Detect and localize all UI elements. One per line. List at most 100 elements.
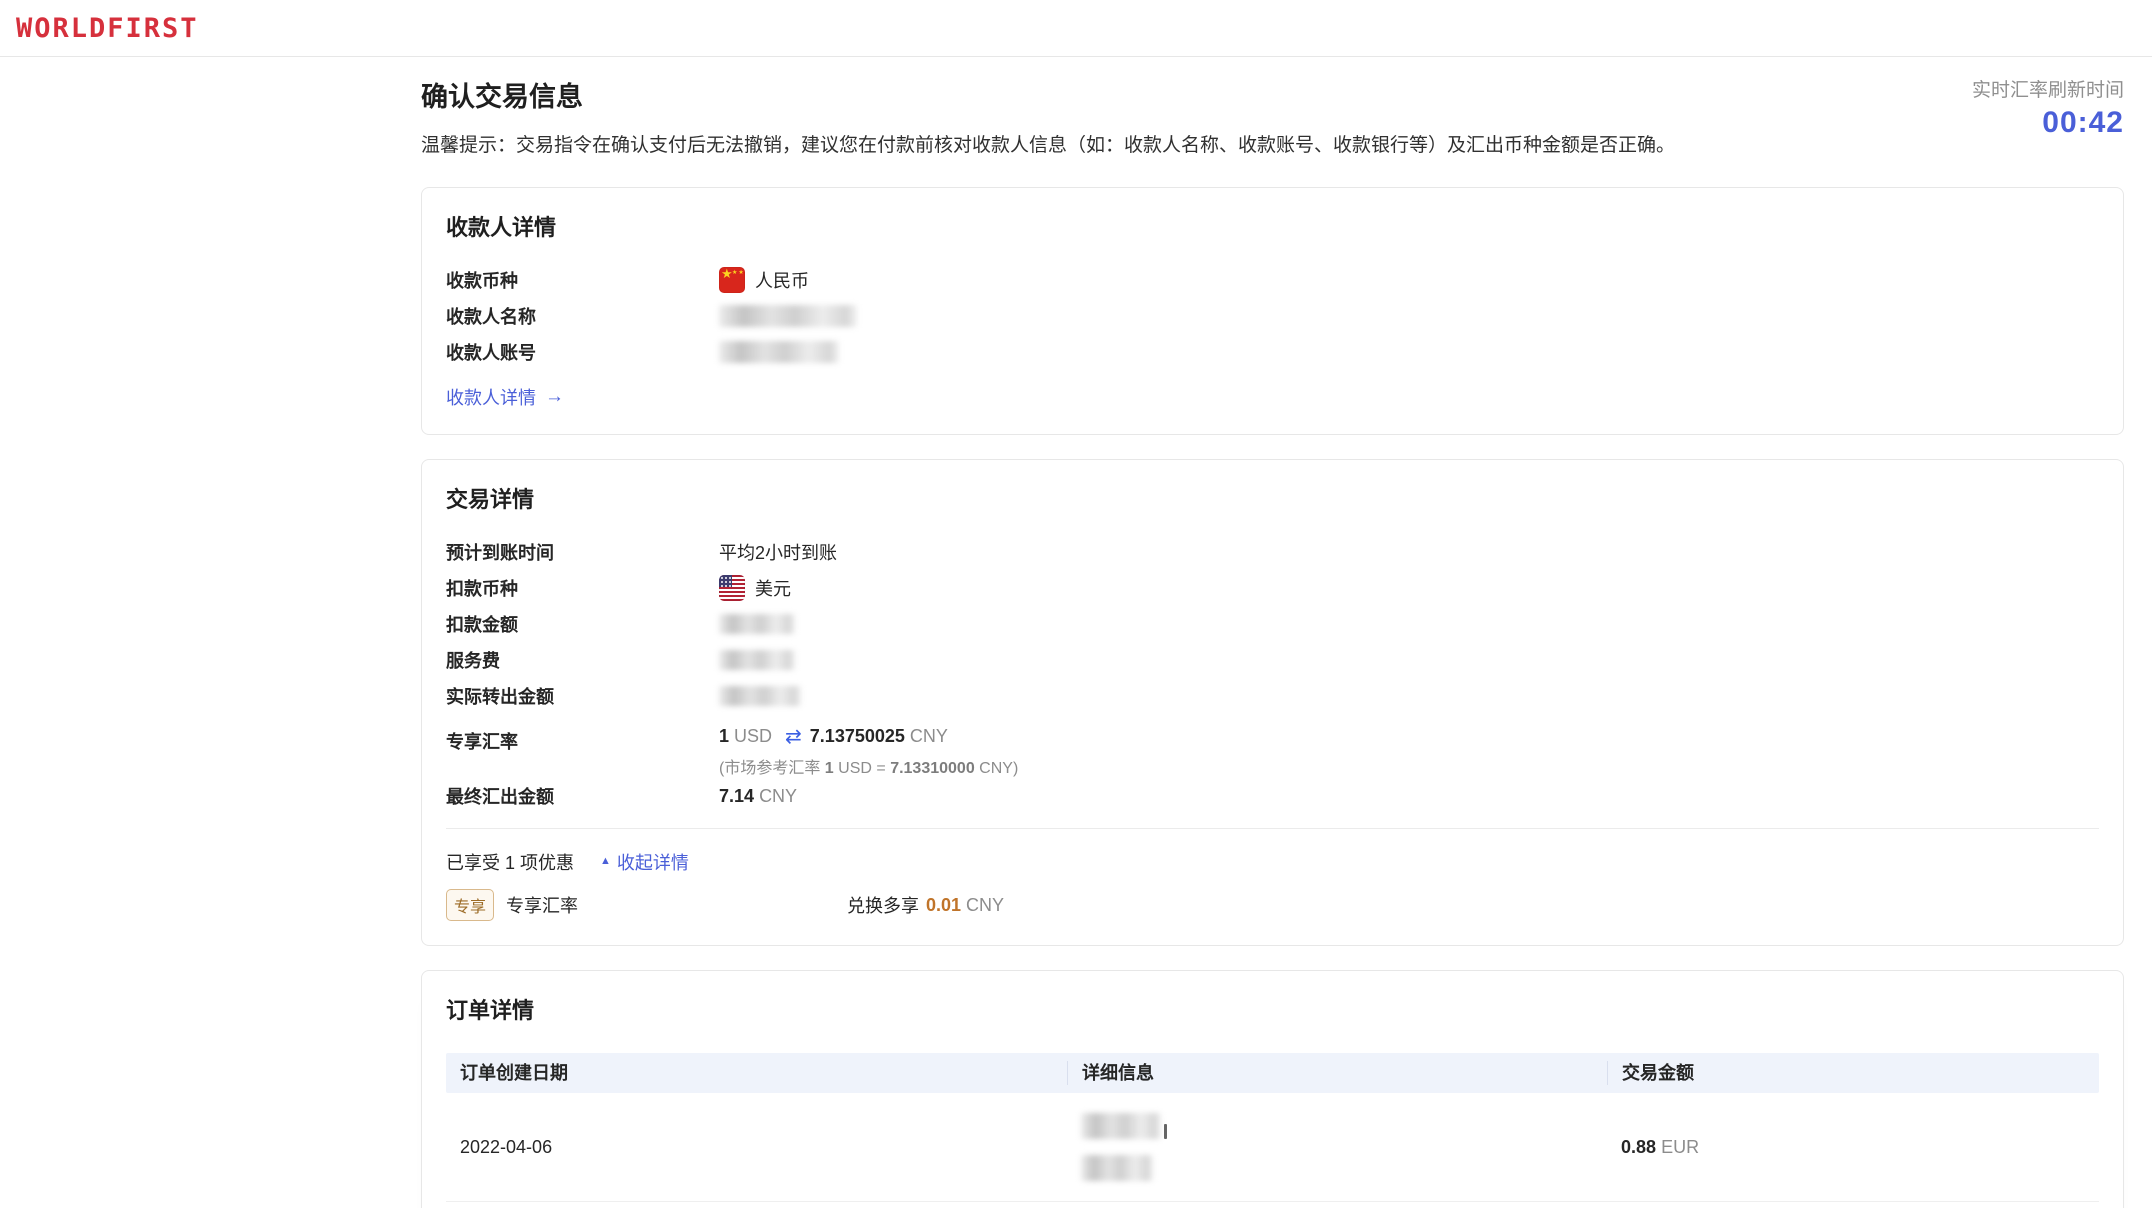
caret-up-icon: ▲ [600, 855, 611, 867]
promo-summary-row: 已享受 1 项优惠 ▲ 收起详情 [446, 849, 2099, 875]
worldfirst-logo: WORLDFIRST [16, 13, 199, 44]
payee-currency-label: 收款币种 [446, 267, 719, 293]
market-ccy-1: USD [838, 760, 872, 777]
us-flag-canton [719, 575, 732, 587]
masked-payee-name [719, 305, 857, 327]
order-amount-value: 0.88 [1621, 1137, 1656, 1157]
rate-left-amount: 1 [719, 726, 729, 747]
rate-timer-value: 00:42 [1972, 106, 2124, 140]
promo-benefit: 兑换多享 0.01 CNY [847, 892, 1004, 918]
payee-currency-row: 收款币种 ★ ★★★ 人民币 [446, 262, 2099, 298]
collapse-details-label: 收起详情 [617, 849, 689, 875]
debit-currency-value: 美元 [719, 575, 791, 601]
masked-fee [719, 650, 795, 670]
payee-link-row: 收款人详情 → [446, 384, 2099, 410]
rate-row: 专享汇率 1 USD ⇄ 7.13750025 CNY (市场参考汇率 1 US… [446, 724, 2099, 778]
debit-currency-label: 扣款币种 [446, 575, 719, 601]
final-amount-row: 最终汇出金额 7.14 CNY [446, 778, 2099, 814]
china-flag-star: ★ [721, 267, 733, 282]
debit-amount-label: 扣款金额 [446, 611, 719, 637]
market-prefix: (市场参考汇率 [719, 760, 820, 777]
detail-text-fragment [1164, 1124, 1167, 1139]
fee-label: 服务费 [446, 647, 719, 673]
arrow-right-icon: → [545, 386, 564, 408]
debit-currency-text: 美元 [755, 575, 791, 601]
china-flag-dots: ★★★ [732, 269, 745, 276]
payee-account-label: 收款人账号 [446, 339, 719, 365]
notice-text: 温馨提示：交易指令在确认支付后无法撤销，建议您在付款前核对收款人信息（如：收款人… [421, 130, 1675, 157]
main-content: 确认交易信息 温馨提示：交易指令在确认支付后无法撤销，建议您在付款前核对收款人信… [421, 57, 2124, 1208]
promo-benefit-ccy: CNY [966, 895, 1004, 916]
order-detail-line-2 [1081, 1155, 1153, 1181]
eta-label: 预计到账时间 [446, 539, 719, 565]
final-amount-ccy: CNY [759, 786, 797, 807]
table-row: 2022-04-06 0.88 EUR [446, 1093, 2099, 1197]
debit-currency-row: 扣款币种 美元 [446, 570, 2099, 606]
masked-actual-out [719, 686, 801, 706]
debit-amount-row: 扣款金额 [446, 606, 2099, 642]
order-detail-cell [1067, 1113, 1607, 1181]
page: WORLDFIRST 确认交易信息 温馨提示：交易指令在确认支付后无法撤销，建议… [0, 0, 2152, 1208]
order-detail-line-1 [1081, 1113, 1167, 1139]
promo-summary-text: 已享受 1 项优惠 [446, 849, 574, 875]
rate-line: 1 USD ⇄ 7.13750025 CNY [719, 724, 1018, 749]
rate-left-ccy: USD [734, 726, 772, 747]
payee-name-label: 收款人名称 [446, 303, 719, 329]
rate-timer: 实时汇率刷新时间 00:42 [1972, 75, 2124, 140]
title-row: 确认交易信息 温馨提示：交易指令在确认支付后无法撤销，建议您在付款前核对收款人信… [421, 57, 2124, 157]
masked-order-detail-1 [1081, 1113, 1161, 1139]
payee-detail-link[interactable]: 收款人详情 → [446, 384, 564, 410]
promo-benefit-amount: 0.01 [926, 895, 961, 916]
final-amount-value: 7.14 [719, 786, 754, 807]
eta-value: 平均2小时到账 [719, 539, 837, 565]
orders-table-header: 订单创建日期 详细信息 交易金额 [446, 1053, 2099, 1093]
masked-order-detail-2 [1081, 1155, 1153, 1181]
card-divider [446, 828, 2099, 829]
order-date-cell: 2022-04-06 [446, 1137, 1067, 1158]
rate-right-ccy: CNY [910, 726, 948, 747]
orders-card: 订单详情 订单创建日期 详细信息 交易金额 2022-04-06 0.88 [421, 970, 2124, 1208]
us-flag-icon [719, 575, 745, 601]
payee-detail-link-label: 收款人详情 [446, 384, 536, 410]
swap-icon: ⇄ [785, 724, 802, 749]
rate-right-amount: 7.13750025 [810, 726, 905, 747]
order-amount-ccy: EUR [1661, 1137, 1699, 1157]
collapse-details-link[interactable]: ▲ 收起详情 [600, 849, 689, 875]
payee-card: 收款人详情 收款币种 ★ ★★★ 人民币 收款人名称 收款人账号 [421, 187, 2124, 435]
page-title: 确认交易信息 [421, 75, 1675, 114]
actual-out-row: 实际转出金额 [446, 678, 2099, 714]
rate-label: 专享汇率 [446, 724, 719, 754]
orders-card-title: 订单详情 [446, 993, 2099, 1025]
promo-benefit-label: 兑换多享 [847, 892, 919, 918]
final-amount-label: 最终汇出金额 [446, 783, 719, 809]
promo-row: 专享 专享汇率 兑换多享 0.01 CNY [446, 889, 2099, 921]
payee-currency-value: ★ ★★★ 人民币 [719, 267, 809, 293]
promo-badge: 专享 [446, 889, 494, 921]
title-block: 确认交易信息 温馨提示：交易指令在确认支付后无法撤销，建议您在付款前核对收款人信… [421, 75, 1675, 157]
china-flag-icon: ★ ★★★ [719, 267, 745, 293]
top-bar: WORLDFIRST [0, 0, 2152, 57]
payee-currency-text: 人民币 [755, 267, 809, 293]
market-ccy-2: CNY) [979, 760, 1018, 777]
order-amount-cell: 0.88 EUR [1607, 1137, 2099, 1158]
market-rate-line: (市场参考汇率 1 USD = 7.13310000 CNY) [719, 754, 1018, 778]
transaction-card-title: 交易详情 [446, 482, 2099, 514]
promo-left: 专享 专享汇率 [446, 889, 847, 921]
col-order-date: 订单创建日期 [446, 1061, 1067, 1085]
table-row-divider [446, 1201, 2099, 1202]
promo-name: 专享汇率 [506, 892, 578, 918]
payee-card-title: 收款人详情 [446, 210, 2099, 242]
fee-row: 服务费 [446, 642, 2099, 678]
market-amount-1: 1 [825, 760, 834, 777]
rate-value-block: 1 USD ⇄ 7.13750025 CNY (市场参考汇率 1 USD = 7… [719, 724, 1018, 778]
masked-debit-amount [719, 614, 795, 634]
actual-out-label: 实际转出金额 [446, 683, 719, 709]
masked-payee-account [719, 341, 839, 363]
eta-row: 预计到账时间 平均2小时到账 [446, 534, 2099, 570]
col-detail-info: 详细信息 [1067, 1061, 1607, 1085]
payee-name-row: 收款人名称 [446, 298, 2099, 334]
market-amount-2: 7.13310000 [890, 760, 975, 777]
col-amount: 交易金额 [1607, 1061, 2099, 1085]
rate-timer-label: 实时汇率刷新时间 [1972, 75, 2124, 102]
payee-account-row: 收款人账号 [446, 334, 2099, 370]
